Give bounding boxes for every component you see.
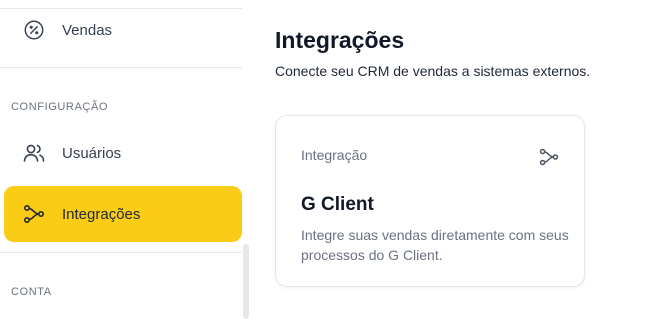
section-label-conta: CONTA [11,286,52,298]
sidebar-item-usuarios[interactable]: Usuários [4,125,242,181]
sidebar-item-label: Usuários [62,144,122,162]
sidebar-item-integracoes[interactable]: Integrações [4,186,242,242]
sidebar-item-vendas[interactable]: Vendas [4,2,242,58]
sidebar-item-label: Integrações [62,205,141,223]
page-subtitle: Conecte seu CRM de vendas a sistemas ext… [275,63,591,79]
sidebar-scrollbar-thumb[interactable] [243,244,249,319]
percent-circle-icon [22,18,46,42]
card-title: G Client [301,194,374,215]
integrations-icon [538,146,560,168]
page-title: Integrações [275,27,405,53]
integrations-icon [22,202,46,226]
card-tag: Integração [301,147,368,163]
sidebar: Vendas CONFIGURAÇÃO Usuários Integrações [0,0,251,319]
card-description: Integre suas vendas diretamente com seus… [301,227,569,263]
sidebar-divider [0,252,242,253]
sidebar-divider [0,67,242,68]
section-label-configuracao: CONFIGURAÇÃO [11,101,109,113]
integration-card-g-client[interactable]: Integração G Client Integre suas vendas … [275,115,585,287]
main-content: Integrações Conecte seu CRM de vendas a … [251,0,668,319]
sidebar-item-label: Vendas [62,21,113,39]
users-icon [22,141,46,165]
